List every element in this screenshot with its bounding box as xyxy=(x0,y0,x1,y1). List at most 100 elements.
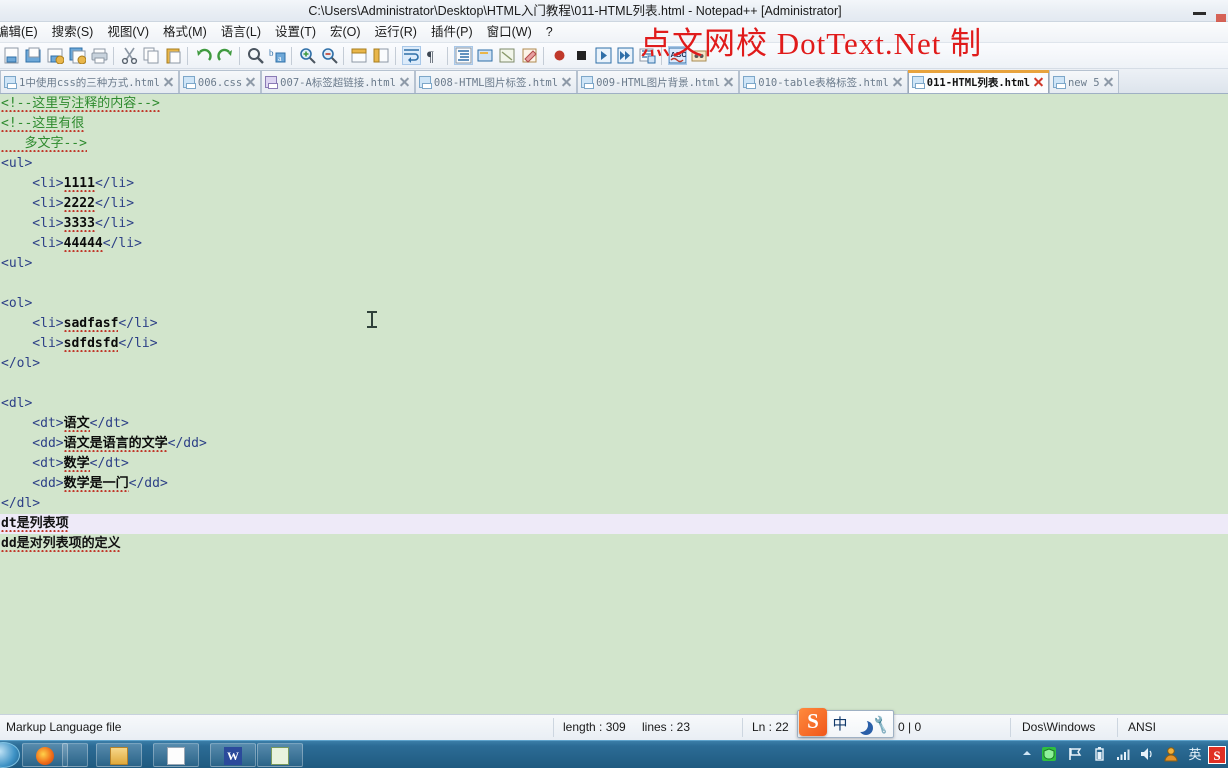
toolbar-copy-icon[interactable] xyxy=(140,43,162,68)
document-tab-2[interactable]: 007-A标签超链接.html xyxy=(261,70,415,93)
toolbar-show-doc-map-icon[interactable] xyxy=(496,43,518,68)
taskbar-item-firefox-alt[interactable] xyxy=(62,743,88,767)
toolbar-user-language-icon[interactable] xyxy=(474,43,496,68)
minimize-button[interactable] xyxy=(1186,0,1214,22)
flag-icon[interactable] xyxy=(1066,746,1084,764)
editor-line-9[interactable]: <ul> xyxy=(0,254,1228,274)
toolbar-play-macro-icon[interactable] xyxy=(592,43,614,68)
toolbar-zoom-out-icon[interactable] xyxy=(318,43,340,68)
taskbar-item-notepadpp[interactable] xyxy=(257,743,303,767)
toolbar-sync-vertical-icon[interactable] xyxy=(348,43,370,68)
toolbar-new-file-icon[interactable] xyxy=(0,43,22,68)
editor-line-14[interactable]: </ol> xyxy=(0,354,1228,374)
menu-item-6[interactable]: 宏(O) xyxy=(323,22,368,42)
editor-line-10[interactable] xyxy=(0,274,1228,294)
toolbar-show-all-chars-icon[interactable]: ¶ xyxy=(422,43,444,68)
editor-line-12[interactable]: <li>sadfasf</li> xyxy=(0,314,1228,334)
editor-line-11[interactable]: <ol> xyxy=(0,294,1228,314)
toolbar-record-macro-icon[interactable] xyxy=(548,43,570,68)
toolbar-paste-icon[interactable] xyxy=(162,43,184,68)
document-tab-5[interactable]: 010-table表格标签.html xyxy=(739,70,908,93)
menu-item-4[interactable]: 语言(L) xyxy=(214,22,268,42)
start-button[interactable] xyxy=(0,742,20,768)
taskbar-item-explorer[interactable] xyxy=(96,743,142,767)
editor-line-2[interactable]: <!--这里有很 xyxy=(0,114,1228,134)
tab-close-icon[interactable] xyxy=(1103,76,1114,87)
document-tab-1[interactable]: 006.css xyxy=(178,70,262,93)
taskbar-item-wps[interactable]: W xyxy=(210,743,256,767)
toolbar-print-icon[interactable] xyxy=(88,43,110,68)
toolbar-zoom-in-icon[interactable] xyxy=(296,43,318,68)
editor-line-17[interactable]: <dt>语文</dt> xyxy=(0,414,1228,434)
ime-language-indicator[interactable]: 英 xyxy=(1186,746,1204,764)
network-signal-icon[interactable] xyxy=(1114,746,1132,764)
toolbar-find-icon[interactable] xyxy=(244,43,266,68)
user-account-icon[interactable] xyxy=(1162,746,1180,764)
editor-line-3[interactable]: 多文字--> xyxy=(0,134,1228,154)
tab-close-icon[interactable] xyxy=(561,76,572,87)
menu-item-0[interactable]: 编辑(E) xyxy=(0,22,45,42)
sogou-logo-icon[interactable]: S xyxy=(799,708,827,736)
editor-line-6[interactable]: <li>2222</li> xyxy=(0,194,1228,214)
tab-close-icon[interactable] xyxy=(1033,76,1044,87)
moon-icon[interactable] xyxy=(854,718,868,732)
document-tab-4[interactable]: 009-HTML图片背景.html xyxy=(577,70,740,93)
toolbar-cut-icon[interactable] xyxy=(118,43,140,68)
editor-line-7[interactable]: <li>3333</li> xyxy=(0,214,1228,234)
sogou-tray-icon[interactable]: S xyxy=(1208,746,1226,764)
toolbar-run-macro-multiple-icon[interactable] xyxy=(614,43,636,68)
document-tab-7[interactable]: new 5 xyxy=(1048,70,1119,93)
volume-icon[interactable] xyxy=(1138,746,1156,764)
ime-toolbar[interactable]: S 中 🔧 xyxy=(797,708,894,738)
menu-item-5[interactable]: 设置(T) xyxy=(268,22,323,42)
tab-close-icon[interactable] xyxy=(723,76,734,87)
document-tab-0[interactable]: 1中使用css的三种方式.html xyxy=(0,70,179,93)
toolbar-sync-horizontal-icon[interactable] xyxy=(370,43,392,68)
toolbar-open-file-icon[interactable] xyxy=(22,43,44,68)
menu-item-2[interactable]: 视图(V) xyxy=(100,22,156,42)
document-tab-6[interactable]: 011-HTML列表.html xyxy=(907,70,1050,93)
editor-line-15[interactable] xyxy=(0,374,1228,394)
menu-item-7[interactable]: 运行(R) xyxy=(368,22,424,42)
editor-line-8[interactable]: <li>44444</li> xyxy=(0,234,1228,254)
menu-item-9[interactable]: 窗口(W) xyxy=(480,22,539,42)
tab-close-icon[interactable] xyxy=(892,76,903,87)
notepad-icon xyxy=(167,747,185,765)
editor-line-13[interactable]: <li>sdfdsfd</li> xyxy=(0,334,1228,354)
document-tab-3[interactable]: 008-HTML图片标签.html xyxy=(414,70,578,93)
toolbar-undo-icon[interactable] xyxy=(192,43,214,68)
editor-line-1[interactable]: <!--这里写注释的内容--> xyxy=(0,94,1228,114)
show-hidden-icons-chevron[interactable] xyxy=(1018,746,1036,764)
menu-item-10[interactable]: ? xyxy=(539,22,560,42)
editor-line-20[interactable]: <dd>数学是一门</dd> xyxy=(0,474,1228,494)
toolbar-word-wrap-icon[interactable] xyxy=(400,43,422,68)
toolbar-redo-icon[interactable] xyxy=(214,43,236,68)
editor-line-19[interactable]: <dt>数学</dt> xyxy=(0,454,1228,474)
editor-line-4[interactable]: <ul> xyxy=(0,154,1228,174)
taskbar-item-notepad[interactable] xyxy=(153,743,199,767)
editor-line-22[interactable]: dt是列表项 xyxy=(0,514,1228,534)
editor-line-16[interactable]: <dl> xyxy=(0,394,1228,414)
tab-close-icon[interactable] xyxy=(399,76,410,87)
toolbar-save-icon[interactable] xyxy=(44,43,66,68)
tab-close-icon[interactable] xyxy=(245,76,256,87)
editor-line-23[interactable]: dd是对列表项的定义 xyxy=(0,534,1228,554)
toolbar-indent-guide-icon[interactable] xyxy=(452,43,474,68)
code-editor[interactable]: dd是对列表项的定义 dt是列表项 </dl> <dd>数学是一门</dd> <dt… xyxy=(0,94,1228,714)
tab-close-icon[interactable] xyxy=(163,76,174,87)
ime-mode-button[interactable]: 中 xyxy=(830,715,850,735)
toolbar-stop-macro-icon[interactable] xyxy=(570,43,592,68)
toolbar-save-all-icon[interactable] xyxy=(66,43,88,68)
security-shield-icon[interactable] xyxy=(1040,746,1058,764)
editor-line-18[interactable]: <dd>语文是语言的文学</dd> xyxy=(0,434,1228,454)
editor-line-5[interactable]: <li>1111</li> xyxy=(0,174,1228,194)
toolbar-replace-icon[interactable]: ba xyxy=(266,43,288,68)
menu-item-3[interactable]: 格式(M) xyxy=(156,22,214,42)
wrench-icon[interactable]: 🔧 xyxy=(870,714,892,735)
editor-line-21[interactable]: </dl> xyxy=(0,494,1228,514)
close-button[interactable] xyxy=(1216,14,1226,22)
battery-icon[interactable] xyxy=(1090,746,1108,764)
menu-item-8[interactable]: 插件(P) xyxy=(424,22,480,42)
toolbar-function-list-icon[interactable] xyxy=(518,43,540,68)
menu-item-1[interactable]: 搜索(S) xyxy=(45,22,101,42)
